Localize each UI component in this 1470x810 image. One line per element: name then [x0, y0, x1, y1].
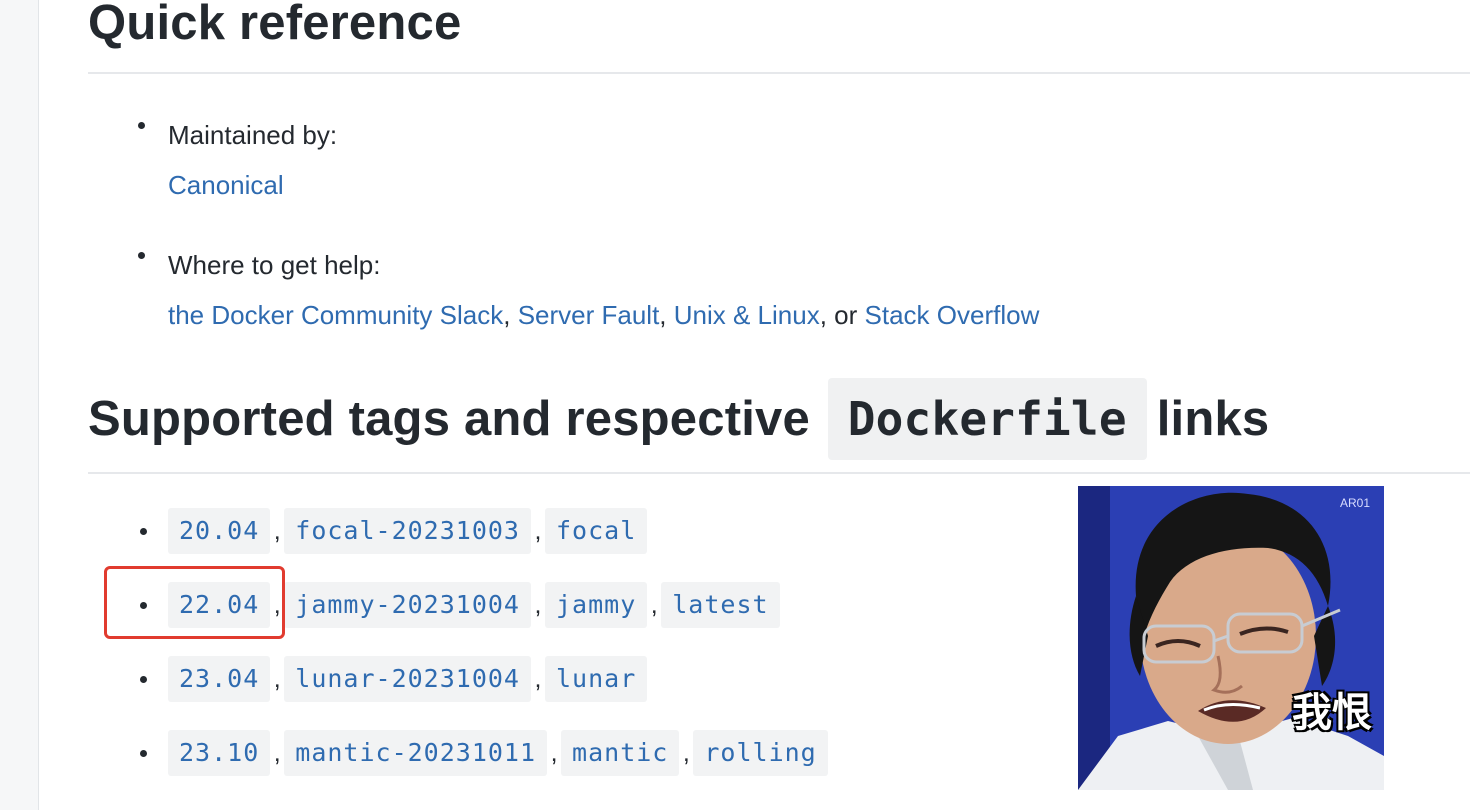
tag-link-jammy-20231004[interactable]: jammy-20231004	[284, 582, 531, 628]
tag-row: 23.04, lunar-20231004, lunar	[88, 656, 828, 702]
quick-reference-heading: Quick reference	[88, 0, 462, 50]
tag-separator: ,	[650, 591, 658, 619]
tag-row: 20.04, focal-20231003, focal	[88, 508, 828, 554]
tag-link-mantic[interactable]: mantic	[561, 730, 680, 776]
help-item: Where to get help: the Docker Community …	[88, 240, 1039, 340]
dockerfile-code: Dockerfile	[827, 378, 1147, 460]
tag-separator: ,	[534, 517, 542, 545]
maintained-by-item: Maintained by: Canonical	[88, 110, 1039, 210]
heading-divider	[88, 72, 1470, 74]
tag-separator: ,	[273, 739, 281, 767]
separator: ,	[659, 300, 674, 330]
bullet-icon	[138, 252, 145, 259]
tag-link-20-04[interactable]: 20.04	[168, 508, 271, 554]
heading-suffix: links	[1156, 392, 1270, 446]
heading-divider	[88, 472, 1470, 474]
tag-link-23-10[interactable]: 23.10	[168, 730, 271, 776]
stack-overflow-link[interactable]: Stack Overflow	[865, 300, 1040, 330]
highlight-annotation-box	[104, 566, 285, 639]
page: Quick reference Maintained by: Canonical…	[0, 0, 1470, 810]
tag-row: 23.10, mantic-20231011, mantic, rolling	[88, 730, 828, 776]
tag-separator: ,	[550, 739, 558, 767]
tag-separator: ,	[534, 591, 542, 619]
heading-prefix: Supported tags and respective	[88, 392, 810, 446]
tag-link-focal-20231003[interactable]: focal-20231003	[284, 508, 531, 554]
separator: ,	[503, 300, 518, 330]
meme-image: AR01 我恨	[1078, 486, 1384, 790]
docker-slack-link[interactable]: the Docker Community Slack	[168, 300, 503, 330]
tags-list: 20.04, focal-20231003, focal 22.04, jammy-20…	[88, 508, 828, 804]
unix-linux-link[interactable]: Unix & Linux	[674, 300, 820, 330]
server-fault-link[interactable]: Server Fault	[518, 300, 660, 330]
meme-watermark: AR01	[1339, 496, 1370, 510]
supported-tags-heading: Supported tags and respective Dockerfile…	[88, 378, 1269, 460]
meme-illustration	[1078, 486, 1384, 790]
help-label: Where to get help:	[168, 250, 381, 280]
tag-separator: ,	[534, 665, 542, 693]
bullet-icon	[138, 122, 145, 129]
canonical-link[interactable]: Canonical	[168, 170, 284, 200]
tag-link-lunar[interactable]: lunar	[544, 656, 648, 702]
left-rail	[0, 0, 39, 810]
separator: , or	[819, 300, 865, 330]
tag-separator: ,	[273, 665, 281, 693]
quick-reference-list: Maintained by: Canonical Where to get he…	[88, 110, 1039, 340]
tag-separator: ,	[273, 517, 281, 545]
tag-link-jammy[interactable]: jammy	[544, 582, 648, 628]
tag-link-latest[interactable]: latest	[661, 582, 780, 628]
tag-link-lunar-20231004[interactable]: lunar-20231004	[284, 656, 531, 702]
bullet-icon	[140, 528, 147, 535]
bullet-icon	[140, 750, 147, 757]
tag-link-rolling[interactable]: rolling	[693, 730, 828, 776]
maintained-by-label: Maintained by:	[168, 120, 338, 150]
tag-link-focal[interactable]: focal	[544, 508, 648, 554]
meme-caption: 我恨	[1292, 690, 1372, 736]
help-links: the Docker Community Slack, Server Fault…	[168, 290, 1039, 340]
tag-link-mantic-20231011[interactable]: mantic-20231011	[284, 730, 548, 776]
tag-separator: ,	[682, 739, 690, 767]
tag-link-23-04[interactable]: 23.04	[168, 656, 271, 702]
bullet-icon	[140, 676, 147, 683]
